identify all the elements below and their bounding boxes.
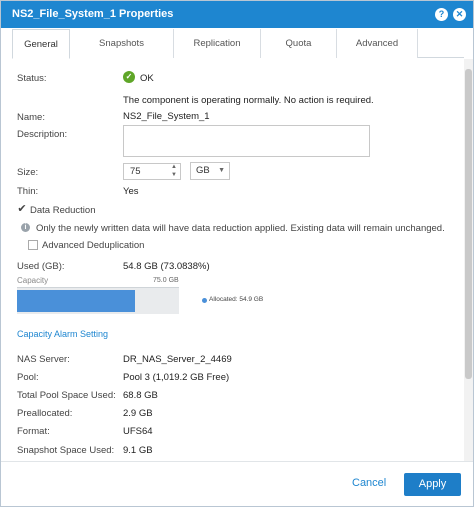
vertical-scrollbar[interactable] [464,59,473,461]
data-reduction-checkbox[interactable]: ✔ [17,204,27,215]
allocated-legend-dot [202,298,207,303]
allocated-legend: Allocated: 54.9 GB [209,296,264,303]
total-pool-label: Total Pool Space Used: [17,390,116,401]
preallocated-value: 2.9 GB [123,408,153,419]
data-reduction-note: Only the newly written data will have da… [36,223,445,234]
status-message: The component is operating normally. No … [123,95,374,106]
title-bar: NS2_File_System_1 Properties ? ✕ [1,1,473,28]
used-label: Used (GB): [17,261,65,272]
status-label: Status: [17,73,47,84]
capacity-bar-top-rule [17,287,179,288]
tab-bar: General Snapshots Replication Quota Adva… [12,29,464,59]
nas-server-value: DR_NAS_Server_2_4469 [123,354,232,365]
description-field[interactable] [123,125,370,157]
snapshot-value: 9.1 GB [123,445,153,456]
help-icon[interactable]: ? [435,8,448,21]
close-icon[interactable]: ✕ [453,8,466,21]
size-unit-select[interactable]: GB ▼ [190,162,230,180]
properties-dialog: NS2_File_System_1 Properties ? ✕ General… [0,0,474,507]
tab-quota[interactable]: Quota [261,29,337,58]
name-value: NS2_File_System_1 [123,111,210,122]
total-pool-value: 68.8 GB [123,390,158,401]
thin-label: Thin: [17,186,39,197]
size-unit-value: GB [196,165,210,176]
capacity-bar-fill [17,290,136,312]
pool-label: Pool: [17,372,39,383]
tab-general[interactable]: General [12,29,70,59]
status-value: OK [140,73,154,84]
chevron-down-icon: ▼ [218,167,225,174]
data-reduction-label: Data Reduction [30,205,96,216]
dialog-title: NS2_File_System_1 Properties [12,8,174,20]
tab-advanced[interactable]: Advanced [337,29,418,58]
advanced-dedup-label: Advanced Deduplication [42,240,145,251]
capacity-bar [17,287,179,314]
advanced-dedup-checkbox[interactable] [28,240,38,250]
capacity-label: Capacity [17,276,49,285]
format-label: Format: [17,426,50,437]
tab-replication[interactable]: Replication [174,29,261,58]
nas-server-label: NAS Server: [17,354,70,365]
capacity-total: 75.0 GB [153,277,179,284]
description-label: Description: [17,129,68,140]
name-label: Name: [17,112,45,123]
format-value: UFS64 [123,426,153,437]
preallocated-label: Preallocated: [17,408,73,419]
general-panel: Status: ✓ OK The component is operating … [1,59,464,461]
pool-value: Pool 3 (1,019.2 GB Free) [123,372,230,383]
thin-value: Yes [123,186,139,197]
size-label: Size: [17,167,39,178]
dialog-footer: Cancel Apply [1,461,473,506]
apply-button[interactable]: Apply [404,473,461,496]
used-value: 54.8 GB (73.0838%) [123,261,210,272]
ok-status-icon: ✓ [123,71,135,83]
cancel-button[interactable]: Cancel [352,477,386,489]
scrollbar-thumb[interactable] [465,69,472,379]
capacity-alarm-link[interactable]: Capacity Alarm Setting [17,329,108,339]
snapshot-label: Snapshot Space Used: [17,445,115,456]
size-stepper[interactable]: ▲ ▼ [168,163,180,180]
info-icon: i [21,223,30,232]
tab-snapshots[interactable]: Snapshots [70,29,174,58]
